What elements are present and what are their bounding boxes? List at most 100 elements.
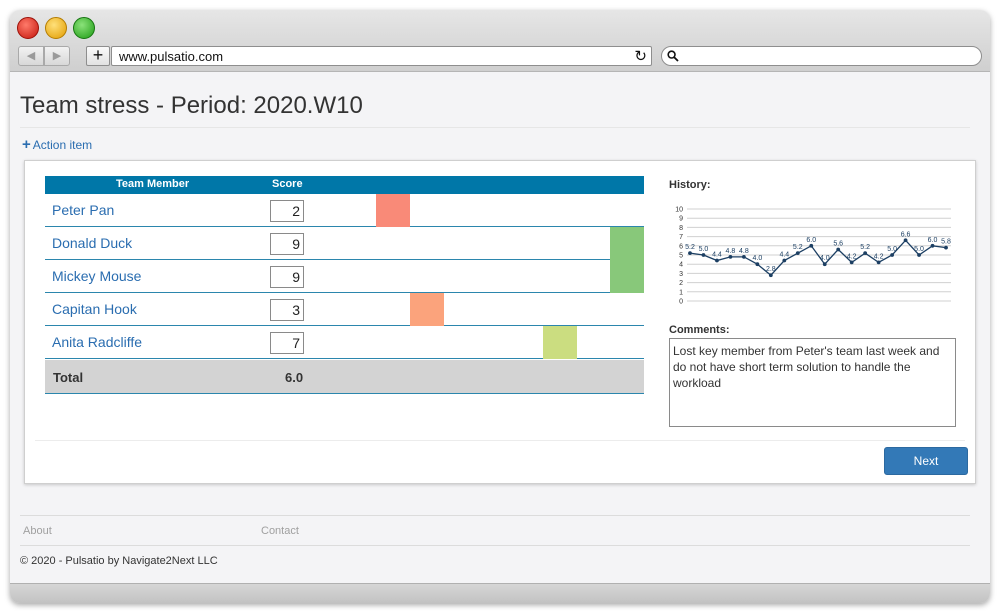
comments-textarea[interactable]: Lost key member from Peter's team last w… xyxy=(669,338,956,427)
member-name-link[interactable]: Capitan Hook xyxy=(52,301,137,317)
address-text: www.pulsatio.com xyxy=(119,49,224,64)
history-data-label: 5.2 xyxy=(860,244,870,251)
forward-arrow-icon: ▶ xyxy=(52,50,62,62)
history-data-label: 6.6 xyxy=(901,231,911,238)
history-point xyxy=(741,254,746,259)
comments-label: Comments: xyxy=(669,324,730,336)
history-data-label: 4.8 xyxy=(726,248,736,255)
column-header-team-member: Team Member xyxy=(116,178,190,190)
footer-contact-link[interactable]: Contact xyxy=(261,525,299,537)
browser-status-bar xyxy=(10,583,990,603)
member-name-link[interactable]: Donald Duck xyxy=(52,235,132,251)
forward-button[interactable]: ▶ xyxy=(44,46,70,66)
history-point xyxy=(782,258,787,263)
history-point xyxy=(768,273,773,278)
member-name-link[interactable]: Mickey Mouse xyxy=(52,268,141,284)
plus-icon: + xyxy=(22,136,31,153)
history-point xyxy=(795,251,800,256)
history-data-label: 5.6 xyxy=(833,240,843,247)
action-item-label: Action item xyxy=(32,138,93,152)
y-tick-label: 8 xyxy=(679,225,683,232)
browser-window: ◀ ▶ + www.pulsatio.com ↻ Team stress - P… xyxy=(10,10,990,603)
history-data-label: 5.2 xyxy=(685,244,695,251)
history-point xyxy=(944,245,948,250)
history-data-label: 6.0 xyxy=(928,237,938,244)
history-point xyxy=(688,251,692,256)
member-name-link[interactable]: Peter Pan xyxy=(52,202,114,218)
history-data-label: 4.0 xyxy=(753,255,763,262)
y-tick-label: 7 xyxy=(679,234,683,241)
y-tick-label: 6 xyxy=(679,243,683,250)
history-point xyxy=(836,247,841,252)
footer-divider xyxy=(20,515,970,516)
footer-divider xyxy=(20,545,970,546)
table-row: Mickey Mouse 9 xyxy=(45,260,645,293)
history-point xyxy=(849,260,854,265)
maximize-window-button[interactable] xyxy=(73,17,95,39)
score-input[interactable]: 3 xyxy=(270,299,304,321)
y-tick-label: 2 xyxy=(679,280,683,287)
minimize-window-button[interactable] xyxy=(45,17,67,39)
page-title: Team stress - Period: 2020.W10 xyxy=(20,92,363,119)
title-divider xyxy=(20,127,970,128)
close-window-button[interactable] xyxy=(17,17,39,39)
browser-toolbar: ◀ ▶ + www.pulsatio.com ↻ xyxy=(10,10,990,72)
history-data-label: 4.2 xyxy=(847,253,857,260)
history-data-label: 5.0 xyxy=(914,246,924,253)
history-point xyxy=(876,260,881,265)
score-input[interactable]: 2 xyxy=(270,200,304,222)
y-tick-label: 5 xyxy=(679,253,683,260)
member-name-link[interactable]: Anita Radcliffe xyxy=(52,334,142,350)
score-input[interactable]: 9 xyxy=(270,233,304,255)
history-point xyxy=(728,254,733,259)
history-point xyxy=(863,251,868,256)
plus-icon: + xyxy=(92,45,104,65)
y-tick-label: 4 xyxy=(679,262,683,269)
y-tick-label: 10 xyxy=(675,207,683,214)
address-bar[interactable]: www.pulsatio.com ↻ xyxy=(111,46,652,66)
history-data-label: 4.4 xyxy=(779,252,789,259)
history-data-label: 2.8 xyxy=(766,266,776,273)
table-row: Capitan Hook 3 xyxy=(45,293,644,326)
history-point xyxy=(903,238,908,243)
history-data-label: 5.8 xyxy=(941,239,951,246)
score-bar xyxy=(610,260,645,293)
history-data-label: 5.0 xyxy=(887,246,897,253)
y-tick-label: 0 xyxy=(679,299,683,306)
team-stress-panel: Team Member Score Peter Pan 2 Donald Duc… xyxy=(24,160,976,484)
total-row: Total 6.0 xyxy=(45,360,644,394)
history-point xyxy=(809,243,814,248)
score-bar xyxy=(409,293,444,326)
copyright-text: © 2020 - Pulsatio by Navigate2Next LLC xyxy=(20,555,218,567)
y-tick-label: 1 xyxy=(679,289,683,296)
total-label: Total xyxy=(53,370,84,385)
score-bar xyxy=(376,194,411,227)
footer-about-link[interactable]: About xyxy=(23,525,52,537)
back-arrow-icon: ◀ xyxy=(26,50,36,62)
panel-divider xyxy=(35,440,965,441)
history-label: History: xyxy=(669,179,711,191)
score-bar xyxy=(543,326,578,359)
page-content: Team stress - Period: 2020.W10 + Action i… xyxy=(10,72,990,583)
y-tick-label: 9 xyxy=(679,216,683,223)
history-point xyxy=(930,243,935,248)
history-data-label: 4.2 xyxy=(874,253,884,260)
table-row: Anita Radcliffe 7 xyxy=(45,326,644,359)
history-data-label: 5.0 xyxy=(699,246,709,253)
reload-icon[interactable]: ↻ xyxy=(634,47,647,65)
back-button[interactable]: ◀ xyxy=(18,46,44,66)
table-header: Team Member Score xyxy=(45,176,644,194)
history-point xyxy=(701,253,706,257)
next-button[interactable]: Next xyxy=(884,447,968,475)
search-icon xyxy=(667,50,679,62)
history-point xyxy=(715,258,719,263)
history-data-label: 5.2 xyxy=(793,244,803,251)
new-tab-button[interactable]: + xyxy=(86,46,110,66)
browser-search-field[interactable] xyxy=(661,46,982,66)
history-data-label: 6.0 xyxy=(806,237,816,244)
history-data-label: 4.4 xyxy=(712,252,722,259)
history-point xyxy=(755,262,760,267)
add-action-item-link[interactable]: + Action item xyxy=(22,136,92,153)
score-input[interactable]: 9 xyxy=(270,266,304,288)
score-input[interactable]: 7 xyxy=(270,332,304,354)
